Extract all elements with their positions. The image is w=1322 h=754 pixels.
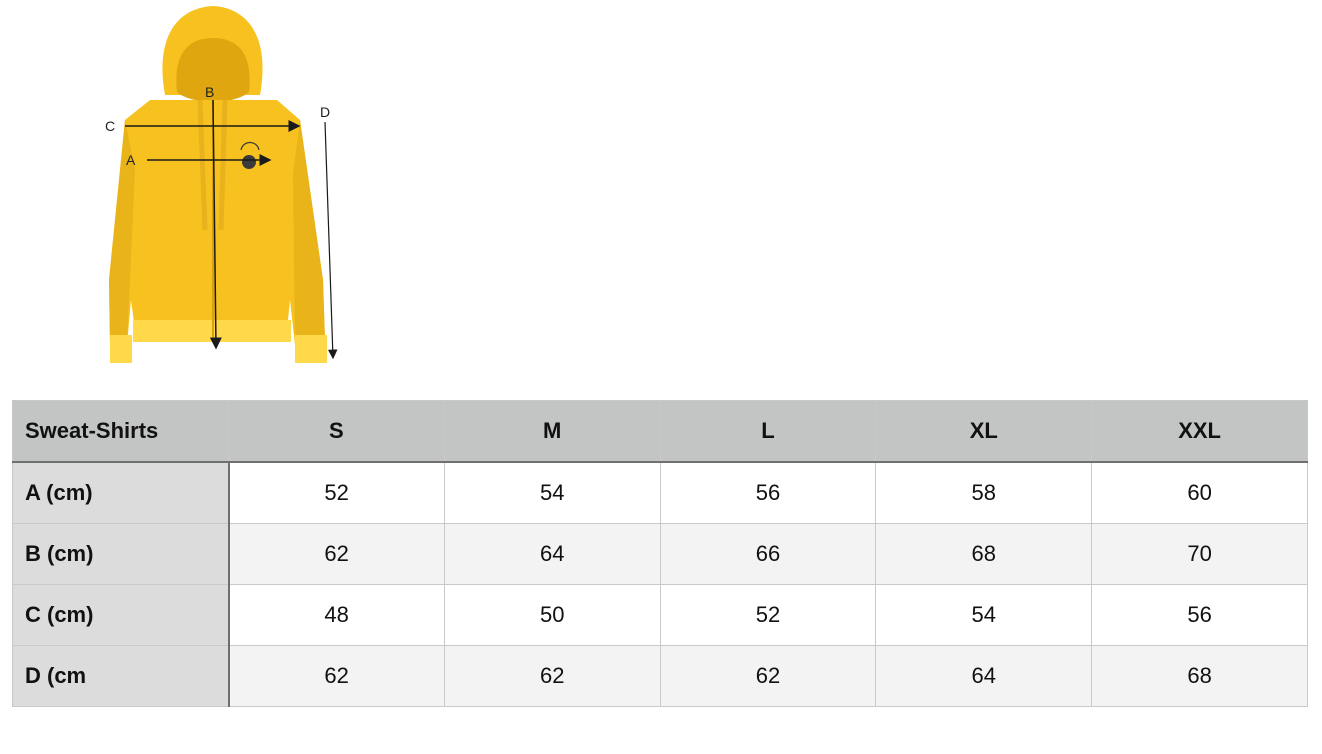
row-label: B (cm): [12, 523, 230, 585]
table-cell: 54: [875, 584, 1093, 646]
chest-logo: [242, 155, 256, 169]
table-cell: 62: [659, 645, 877, 707]
table-cell: 52: [228, 461, 445, 524]
table-row: D (cm 62 62 62 64 68: [12, 645, 1308, 707]
table-corner-label: Sweat-Shirts: [12, 400, 229, 463]
hoodie-measurement-diagram: B C A D: [95, 0, 345, 380]
table-cell: 58: [875, 461, 1093, 524]
row-label: A (cm): [12, 461, 230, 524]
table-cell: 64: [443, 523, 661, 585]
label-d: D: [320, 104, 330, 120]
measure-d-line: [324, 121, 338, 360]
column-header-xxl: XXL: [1091, 400, 1308, 463]
column-header-m: M: [443, 400, 661, 463]
label-c: C: [105, 118, 115, 134]
table-cell: 68: [1091, 645, 1308, 707]
table-cell: 56: [1091, 584, 1308, 646]
table-cell: 60: [1091, 461, 1308, 524]
table-row: C (cm) 48 50 52 54 56: [12, 584, 1308, 646]
left-cuff: [110, 335, 132, 363]
column-header-xl: XL: [875, 400, 1093, 463]
table-row: B (cm) 62 64 66 68 70: [12, 523, 1308, 585]
table-cell: 66: [659, 523, 877, 585]
table-cell: 62: [228, 645, 445, 707]
table-cell: 48: [228, 584, 445, 646]
table-cell: 70: [1091, 523, 1308, 585]
column-header-l: L: [659, 400, 877, 463]
label-b: B: [205, 84, 214, 100]
size-chart-table: Sweat-Shirts S M L XL XXL A (cm) 52 54 5…: [12, 400, 1308, 707]
row-label: C (cm): [12, 584, 230, 646]
table-cell: 54: [443, 461, 661, 524]
label-a: A: [126, 152, 136, 168]
table-cell: 56: [659, 461, 877, 524]
table-cell: 62: [228, 523, 445, 585]
row-label: D (cm: [12, 645, 230, 707]
table-cell: 62: [443, 645, 661, 707]
column-header-s: S: [228, 400, 445, 463]
table-cell: 50: [443, 584, 661, 646]
right-cuff: [295, 335, 327, 363]
table-header-row: Sweat-Shirts S M L XL XXL: [12, 400, 1308, 463]
hoodie-body: [109, 100, 325, 345]
hoodie-illustration: B C A D: [105, 6, 338, 363]
table-row: A (cm) 52 54 56 58 60: [12, 461, 1308, 524]
table-cell: 64: [875, 645, 1093, 707]
table-cell: 52: [659, 584, 877, 646]
table-cell: 68: [875, 523, 1093, 585]
